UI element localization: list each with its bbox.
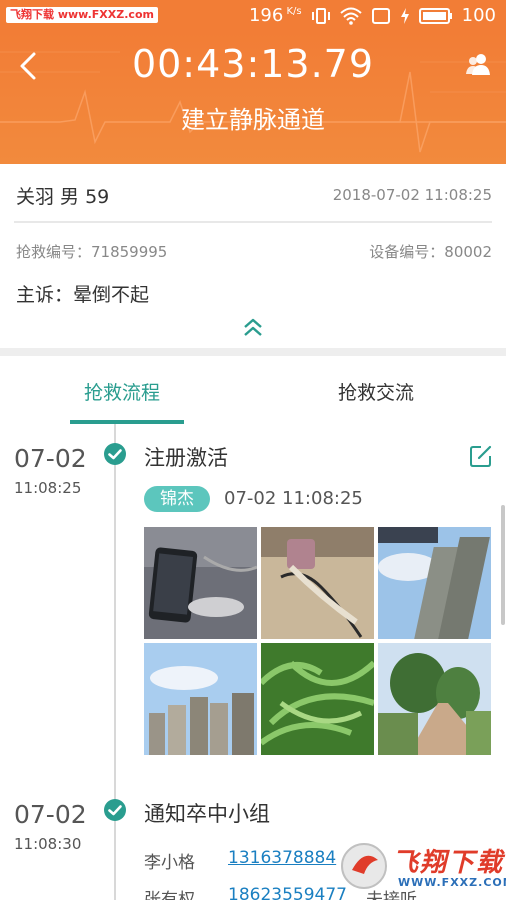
- watermark-text: 飞翔下载: [392, 848, 505, 878]
- charging-icon: [400, 7, 410, 25]
- divider: [14, 221, 492, 223]
- chief-complaint: 主诉：晕倒不起: [16, 284, 150, 306]
- screen-icon: [371, 7, 391, 25]
- event-time: 11:08:25: [14, 479, 82, 497]
- team-icon: [466, 54, 490, 75]
- photo-thumbnail[interactable]: [378, 527, 491, 639]
- network-speed: 196 K/s: [248, 5, 302, 26]
- member-phone-link[interactable]: 18623559477: [228, 885, 347, 900]
- event-time: 11:08:30: [14, 835, 82, 853]
- event-date: 07-02: [14, 800, 87, 829]
- event-title: 注册激活: [144, 446, 228, 470]
- device-number: 设备编号：80002: [369, 243, 492, 261]
- wifi-icon: [339, 6, 362, 26]
- event-title: 通知卒中小组: [144, 802, 270, 826]
- watermark-url: WWW.FXXZ.COM: [398, 876, 506, 889]
- member-phone-link[interactable]: 1316378884: [228, 848, 336, 868]
- patient-info: 关羽 男 59 2018-07-02 11:08:25 抢救编号：7185999…: [0, 164, 506, 350]
- status-bar: 飞翔下载 www.FXXZ.com 196 K/s 100: [0, 0, 506, 32]
- photo-grid: [144, 527, 491, 755]
- member-name: 李小格: [144, 853, 195, 873]
- tab-rescue-chat[interactable]: 抢救交流: [338, 378, 414, 405]
- timeline: 07-02 11:08:25 注册激活 锦杰 07-02 11:08:25 07…: [0, 424, 506, 900]
- status-icons: 196 K/s 100: [249, 5, 496, 26]
- photo-thumbnail[interactable]: [378, 643, 491, 755]
- timer-header: 00:43:13.79 建立静脉通道: [0, 32, 506, 164]
- check-icon: [103, 442, 127, 466]
- event-date: 07-02: [14, 444, 87, 473]
- rescue-number: 抢救编号：71859995: [16, 243, 168, 261]
- scrollbar[interactable]: [501, 505, 505, 625]
- photo-thumbnail[interactable]: [261, 643, 374, 755]
- photo-thumbnail[interactable]: [144, 643, 257, 755]
- tab-rescue-process[interactable]: 抢救流程: [84, 378, 160, 405]
- timeline-line: [114, 424, 116, 900]
- member-name: 张有权: [144, 890, 195, 900]
- battery-icon: [418, 7, 453, 25]
- tab-bar: 抢救流程 抢救交流: [0, 356, 506, 424]
- battery-level: 100: [461, 5, 496, 26]
- vibrate-icon: [311, 6, 331, 26]
- operator-time: 07-02 11:08:25: [224, 488, 363, 509]
- section-gap: [0, 348, 506, 356]
- photo-thumbnail[interactable]: [144, 527, 257, 639]
- patient-name: 关羽 男 59: [16, 186, 110, 208]
- photo-thumbnail[interactable]: [261, 527, 374, 639]
- double-chevron-up-icon: [244, 318, 262, 336]
- elapsed-timer: 00:43:13.79: [131, 42, 375, 86]
- current-stage: 建立静脉通道: [181, 106, 325, 134]
- edit-button[interactable]: [469, 444, 493, 468]
- edit-icon: [470, 445, 492, 467]
- watermark-top: 飞翔下载 www.FXXZ.com: [6, 7, 158, 23]
- check-icon: [103, 798, 127, 822]
- patient-time: 2018-07-02 11:08:25: [332, 186, 492, 204]
- expand-button[interactable]: [240, 316, 266, 338]
- team-button[interactable]: [464, 50, 492, 78]
- operator-tag: 锦杰: [144, 486, 210, 512]
